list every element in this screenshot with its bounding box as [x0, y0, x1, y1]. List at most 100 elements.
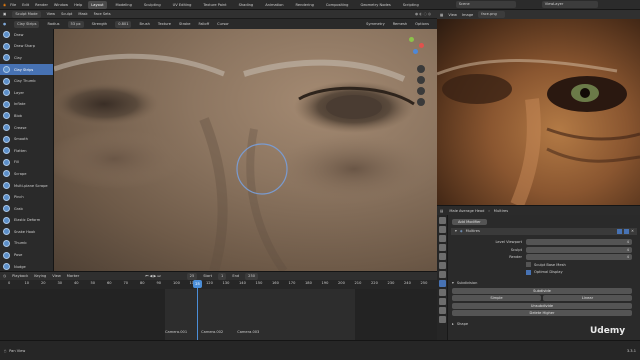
- tool-fill[interactable]: Fill: [0, 157, 53, 169]
- modifier-wrench-icon[interactable]: [438, 280, 446, 287]
- image-selector[interactable]: face.png: [478, 11, 505, 18]
- menu-brush[interactable]: Brush: [139, 22, 149, 26]
- y-axis-icon[interactable]: [409, 37, 414, 42]
- tool-scrape[interactable]: Scrape: [0, 168, 53, 180]
- tool-snake-hook[interactable]: Snake Hook: [0, 226, 53, 238]
- tool-pose[interactable]: Pose: [0, 249, 53, 261]
- tool-flatten[interactable]: Flatten: [0, 145, 53, 157]
- world-tab-icon[interactable]: [438, 262, 446, 269]
- mode-selector[interactable]: Sculpt Mode: [12, 10, 41, 18]
- tool-thumb[interactable]: Thumb: [0, 238, 53, 250]
- tab-texture-paint[interactable]: Texture Paint: [200, 1, 229, 9]
- collapse-chevron-icon[interactable]: ▾: [455, 229, 457, 233]
- brush-selector[interactable]: Clay Strips: [14, 20, 40, 28]
- playback-controls[interactable]: ⏮ ◀ ▶ ⏭: [145, 274, 160, 278]
- menu-image[interactable]: Image: [462, 13, 473, 17]
- tool-clay-thumb[interactable]: Clay Thumb: [0, 75, 53, 87]
- menu-file[interactable]: File: [10, 3, 16, 7]
- properties-editor-icon[interactable]: ▤: [440, 209, 443, 213]
- current-frame-field[interactable]: 25: [186, 272, 198, 280]
- menu-cursor[interactable]: Cursor: [217, 22, 229, 26]
- editor-type-icon[interactable]: ▣: [3, 12, 6, 16]
- menu-remesh[interactable]: Remesh: [393, 22, 407, 26]
- menu-marker[interactable]: Marker: [67, 274, 79, 278]
- camera-marker[interactable]: Camera.002: [201, 330, 223, 334]
- realtime-toggle-icon[interactable]: [616, 228, 622, 234]
- blender-logo-icon[interactable]: ◉: [3, 3, 6, 7]
- physics-tab-icon[interactable]: [438, 298, 446, 305]
- tool-inflate[interactable]: Inflate: [0, 99, 53, 111]
- navigation-gizmo[interactable]: [405, 35, 427, 57]
- pan-hand-icon[interactable]: [417, 76, 425, 84]
- view-layer-tab-icon[interactable]: [438, 244, 446, 251]
- start-frame-field[interactable]: 1: [218, 272, 227, 280]
- camera-icon[interactable]: [417, 87, 425, 95]
- tool-multiplane-scrape[interactable]: Multi-plane Scrape: [0, 180, 53, 192]
- add-modifier-button[interactable]: Add Modifier: [452, 218, 487, 225]
- tab-scripting[interactable]: Scripting: [400, 1, 422, 9]
- tool-draw-sharp[interactable]: Draw Sharp: [0, 41, 53, 53]
- tool-tab-icon[interactable]: [438, 217, 446, 224]
- object-tab-icon[interactable]: [438, 271, 446, 278]
- menu-view[interactable]: View: [47, 12, 56, 16]
- tool-nudge[interactable]: Nudge: [0, 261, 53, 271]
- scene-selector[interactable]: Scene: [455, 1, 516, 8]
- scene-tab-icon[interactable]: [438, 253, 446, 260]
- tool-elastic-deform[interactable]: Elastic Deform: [0, 215, 53, 227]
- tab-sculpting[interactable]: Sculpting: [141, 1, 164, 9]
- tool-clay-strips[interactable]: Clay Strips: [0, 63, 53, 76]
- menu-edit[interactable]: Edit: [22, 3, 29, 7]
- camera-marker[interactable]: Camera.001: [165, 330, 187, 334]
- tab-uv-editing[interactable]: UV Editing: [170, 1, 195, 9]
- menu-help[interactable]: Help: [74, 3, 82, 7]
- tool-layer[interactable]: Layer: [0, 87, 53, 99]
- menu-falloff[interactable]: Falloff: [198, 22, 209, 26]
- tab-modeling[interactable]: Modeling: [113, 1, 135, 9]
- menu-texture[interactable]: Texture: [158, 22, 171, 26]
- strength-field[interactable]: 0.801: [115, 20, 132, 28]
- menu-window[interactable]: Window: [54, 3, 68, 7]
- menu-mask[interactable]: Mask: [78, 12, 87, 16]
- tab-shading[interactable]: Shading: [236, 1, 257, 9]
- timeline-ruler[interactable]: 0102030405060708090100110120130140150160…: [0, 280, 437, 289]
- tool-draw[interactable]: Draw: [0, 29, 53, 41]
- 3d-viewport[interactable]: [54, 29, 437, 271]
- camera-marker[interactable]: Camera.003: [237, 330, 259, 334]
- menu-stroke[interactable]: Stroke: [179, 22, 190, 26]
- output-tab-icon[interactable]: [438, 235, 446, 242]
- x-axis-icon[interactable]: [419, 43, 424, 48]
- modifier-name-field[interactable]: Multires: [466, 229, 617, 233]
- z-axis-icon[interactable]: [413, 49, 418, 54]
- view-layer-selector[interactable]: ViewLayer: [541, 1, 598, 8]
- playhead[interactable]: [197, 280, 198, 340]
- active-brush-icon[interactable]: ●: [3, 22, 6, 26]
- menu-symmetry[interactable]: Symmetry: [366, 22, 385, 26]
- tab-animation[interactable]: Animation: [262, 1, 286, 9]
- render-tab-icon[interactable]: [438, 226, 446, 233]
- tool-crease[interactable]: Crease: [0, 122, 53, 134]
- delete-higher-button[interactable]: Delete Higher: [452, 310, 632, 317]
- render-toggle-icon[interactable]: [623, 228, 629, 234]
- menu-view[interactable]: View: [448, 13, 457, 17]
- tab-layout[interactable]: Layout: [88, 0, 107, 9]
- sculpt-base-mesh-checkbox[interactable]: [526, 262, 531, 268]
- timeline-editor-icon[interactable]: ◷: [3, 274, 6, 278]
- optimal-display-checkbox[interactable]: [526, 269, 531, 275]
- tab-rendering[interactable]: Rendering: [293, 1, 317, 9]
- grid-icon[interactable]: [417, 98, 425, 106]
- level-viewport-field[interactable]: 4: [526, 238, 632, 245]
- simple-button[interactable]: Simple: [452, 295, 541, 302]
- menu-render[interactable]: Render: [35, 3, 48, 7]
- tab-compositing[interactable]: Compositing: [323, 1, 352, 9]
- menu-face-sets[interactable]: Face Sets: [94, 12, 111, 16]
- close-icon[interactable]: ✕: [631, 229, 634, 233]
- menu-options[interactable]: Options: [415, 22, 429, 26]
- subdivision-subpanel-header[interactable]: ▾ Subdivision: [448, 279, 640, 287]
- playhead-frame-label[interactable]: 25: [193, 280, 202, 288]
- shading-icons[interactable]: ● ◐ ○ ◍: [415, 12, 431, 16]
- sculpt-level-field[interactable]: 4: [526, 246, 632, 253]
- menu-playback[interactable]: Playback: [12, 274, 28, 278]
- tool-smooth[interactable]: Smooth: [0, 133, 53, 145]
- particles-tab-icon[interactable]: [438, 289, 446, 296]
- render-level-field[interactable]: 4: [526, 254, 632, 261]
